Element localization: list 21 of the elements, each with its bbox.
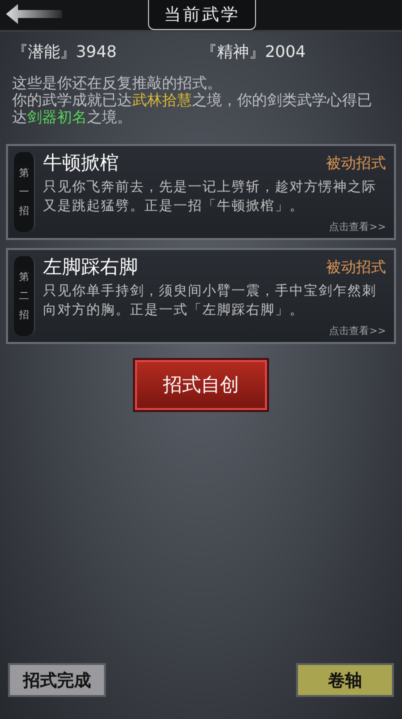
move-type: 被动招式 — [326, 258, 386, 276]
move-type: 被动招式 — [326, 154, 386, 172]
description-text: 这些是你还在反复推敲的招式。 — [12, 75, 223, 92]
stat-value: 『精神』2004 — [201, 42, 307, 63]
move-name: 左脚踩右脚 — [43, 255, 138, 280]
move-description: 只见你单手持剑，须臾间小臂一震，手中宝剑乍然刺向对方的胸。正是一式「左脚踩右脚」。 — [43, 282, 378, 320]
back-arrow-icon[interactable] — [6, 4, 62, 24]
stat-value: 『潜能』3948 — [12, 42, 118, 63]
move-card[interactable]: 第二招 左脚踩右脚 被动招式 只见你单手持剑，须臾间小臂一震，手中宝剑乍然刺向对方的胸。正是一式「左脚踩右脚」。 点击查看>> — [6, 248, 396, 344]
description-text: 你的武学成就已达武林拾慧之境，你的剑类武学心得已达剑器初名之境。 — [12, 92, 373, 126]
move-order-label: 第一招 — [14, 152, 35, 232]
move-order-label: 第二招 — [14, 256, 35, 336]
move-card[interactable]: 第一招 牛顿掀棺 被动招式 只见你飞奔前去，先是一记上劈斩，趁对方愣神之际又是跳起猛劈。正是一招「牛顿掀棺」。 点击查看>> — [6, 144, 396, 240]
view-details-link[interactable]: 点击查看>> — [329, 324, 386, 338]
create-move-button[interactable]: 招式自创 — [135, 360, 267, 410]
scroll-button[interactable]: 卷轴 — [296, 663, 394, 697]
move-name: 牛顿掀棺 — [43, 151, 119, 176]
complete-button[interactable]: 招式完成 — [8, 663, 106, 697]
view-details-link[interactable]: 点击查看>> — [329, 220, 386, 234]
screen-title: 当前武学 — [148, 0, 256, 30]
move-description: 只见你飞奔前去，先是一记上劈斩，趁对方愣神之际又是跳起猛劈。正是一招「牛顿掀棺」。 — [43, 178, 378, 216]
